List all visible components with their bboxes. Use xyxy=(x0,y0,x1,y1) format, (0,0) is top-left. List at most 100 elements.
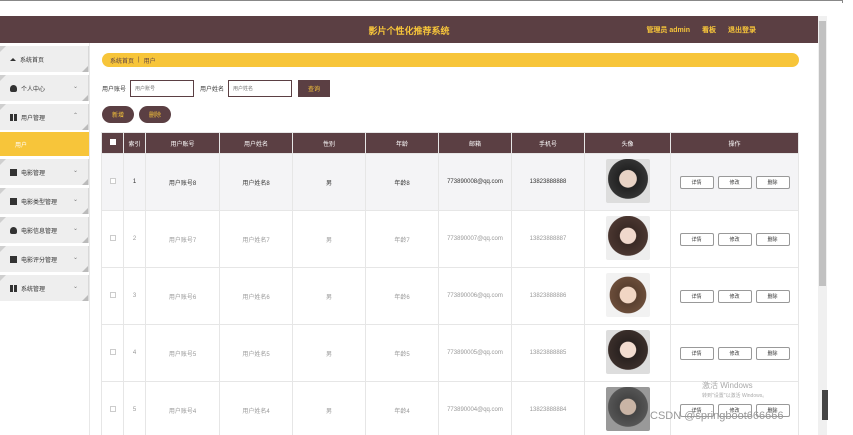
chevron-down-icon: ⌄ xyxy=(72,284,78,290)
column-header: 邮箱 xyxy=(438,132,512,154)
avatar xyxy=(605,387,650,431)
table-row[interactable]: 1 用户账号8 用户姓名8 男 年龄8 773890008@qq.com 138… xyxy=(101,153,799,211)
detail-button[interactable]: 详情 xyxy=(679,232,714,246)
cell-phone: 13823888887 xyxy=(511,210,585,268)
action-bar: 新增 删除 xyxy=(102,106,171,123)
scrollbar-thumb[interactable] xyxy=(819,21,826,286)
column-header: 操作 xyxy=(670,132,799,154)
detail-button[interactable]: 详情 xyxy=(679,175,714,189)
chevron-up-icon: ⌃ xyxy=(72,113,78,119)
settings-icon xyxy=(10,284,17,292)
row-checkbox[interactable] xyxy=(109,292,116,298)
edit-button[interactable]: 修改 xyxy=(717,175,752,189)
cell-email: 773890006@qq.com xyxy=(438,267,512,325)
column-header: 头像 xyxy=(584,132,671,154)
column-header: 用户账号 xyxy=(145,132,220,154)
table-row[interactable]: 3 用户账号6 用户姓名6 男 年龄6 773890006@qq.com 138… xyxy=(101,267,799,325)
row-select-cell[interactable] xyxy=(101,153,124,211)
row-checkbox[interactable] xyxy=(109,349,116,355)
sidebar-item-home[interactable]: 系统首页 xyxy=(0,46,89,72)
delete-row-button[interactable]: 删除 xyxy=(755,289,790,303)
row-select-cell[interactable] xyxy=(101,210,124,268)
cell-age: 年龄7 xyxy=(365,210,439,268)
cell-name: 用户姓名5 xyxy=(219,324,293,382)
cell-gender: 男 xyxy=(292,210,366,268)
query-button[interactable]: 查询 xyxy=(298,80,331,97)
sidebar-item-movie-info[interactable]: 电影信息管理 ⌄ xyxy=(0,217,89,243)
cell-name: 用户姓名6 xyxy=(219,267,293,325)
grid-icon xyxy=(10,113,17,121)
chevron-down-icon: ⌄ xyxy=(72,197,78,203)
sidebar-item-profile[interactable]: 个人中心 ⌄ xyxy=(0,75,89,101)
sidebar-item-movie-ratings[interactable]: 电影评分管理 ⌄ xyxy=(0,246,89,272)
scroll-corner xyxy=(822,390,828,420)
vertical-scrollbar[interactable] xyxy=(818,16,827,435)
row-checkbox[interactable] xyxy=(109,235,116,241)
cell-name: 用户姓名8 xyxy=(219,153,293,211)
delete-button[interactable]: 删除 xyxy=(139,106,171,123)
row-select-cell[interactable] xyxy=(101,381,124,435)
cell-account: 用户账号6 xyxy=(145,267,220,325)
chevron-down-icon: ⌄ xyxy=(72,226,78,232)
add-button[interactable]: 新增 xyxy=(102,106,134,123)
cell-age: 年龄5 xyxy=(365,324,439,382)
chevron-down-icon: ⌄ xyxy=(72,168,78,174)
breadcrumb-separator: | xyxy=(138,57,140,63)
cell-account: 用户账号7 xyxy=(145,210,220,268)
row-select-cell[interactable] xyxy=(101,324,124,382)
edit-button[interactable]: 修改 xyxy=(717,232,752,246)
avatar xyxy=(605,159,650,203)
cell-age: 年龄8 xyxy=(365,153,439,211)
edit-button[interactable]: 修改 xyxy=(717,289,752,303)
row-checkbox[interactable] xyxy=(109,406,116,412)
detail-button[interactable]: 详情 xyxy=(679,289,714,303)
table-row[interactable]: 4 用户账号5 用户姓名5 男 年龄5 773890005@qq.com 138… xyxy=(101,324,799,382)
cell-name: 用户姓名4 xyxy=(219,381,293,435)
select-all-cell[interactable] xyxy=(101,132,124,154)
page-edge xyxy=(843,0,853,435)
table-row[interactable]: 5 用户账号4 用户姓名4 男 年龄4 773890004@qq.com 138… xyxy=(101,381,799,435)
breadcrumb-home[interactable]: 系统首页 xyxy=(110,56,134,65)
cell-ops: 详情 修改 删除 xyxy=(670,153,799,211)
chevron-down-icon: ⌄ xyxy=(72,84,78,90)
table-row[interactable]: 2 用户账号7 用户姓名7 男 年龄7 773890007@qq.com 138… xyxy=(101,210,799,268)
detail-button[interactable]: 详情 xyxy=(679,346,714,360)
delete-row-button[interactable]: 删除 xyxy=(755,175,790,189)
cell-phone: 13823888884 xyxy=(511,381,585,435)
select-all-checkbox[interactable] xyxy=(109,139,116,145)
cell-index: 1 xyxy=(123,153,146,211)
cell-email: 773890007@qq.com xyxy=(438,210,512,268)
cell-index: 5 xyxy=(123,381,146,435)
cell-avatar xyxy=(584,153,671,211)
name-label: 用户姓名 xyxy=(200,87,225,93)
cell-gender: 男 xyxy=(292,153,366,211)
sidebar-subitem-user[interactable]: 用户 xyxy=(0,132,89,156)
edit-button[interactable]: 修改 xyxy=(717,346,752,360)
logout-link[interactable]: 退出登录 xyxy=(728,25,756,35)
activation-subtext: 转到"设置"以激活 Windows。 xyxy=(702,393,768,399)
sidebar-item-label: 电影管理 xyxy=(21,170,46,177)
sidebar-item-movies[interactable]: 电影管理 ⌄ xyxy=(0,159,89,185)
home-icon xyxy=(10,57,16,61)
cell-age: 年龄4 xyxy=(365,381,439,435)
admin-label[interactable]: 管理员 admin xyxy=(646,25,690,35)
sidebar-item-movie-types[interactable]: 电影类型管理 ⌄ xyxy=(0,188,89,214)
cell-phone: 13823888888 xyxy=(511,153,585,211)
row-select-cell[interactable] xyxy=(101,267,124,325)
delete-row-button[interactable]: 删除 xyxy=(755,346,790,360)
row-checkbox[interactable] xyxy=(109,178,116,184)
account-search-input[interactable] xyxy=(130,80,195,97)
cell-index: 3 xyxy=(123,267,146,325)
window-top-border xyxy=(0,0,843,3)
sidebar-item-system[interactable]: 系统管理 ⌄ xyxy=(0,275,89,301)
delete-row-button[interactable]: 删除 xyxy=(755,232,790,246)
sidebar-item-label: 电影评分管理 xyxy=(21,257,58,264)
cell-ops: 详情 修改 删除 xyxy=(670,267,799,325)
folder-icon xyxy=(10,197,17,205)
sidebar-item-label: 电影类型管理 xyxy=(21,199,58,206)
person-icon xyxy=(10,226,17,234)
board-link[interactable]: 看板 xyxy=(702,25,716,35)
name-search-input[interactable] xyxy=(228,80,293,97)
sidebar-item-users[interactable]: 用户管理 ⌃ xyxy=(0,104,89,130)
cell-gender: 男 xyxy=(292,324,366,382)
